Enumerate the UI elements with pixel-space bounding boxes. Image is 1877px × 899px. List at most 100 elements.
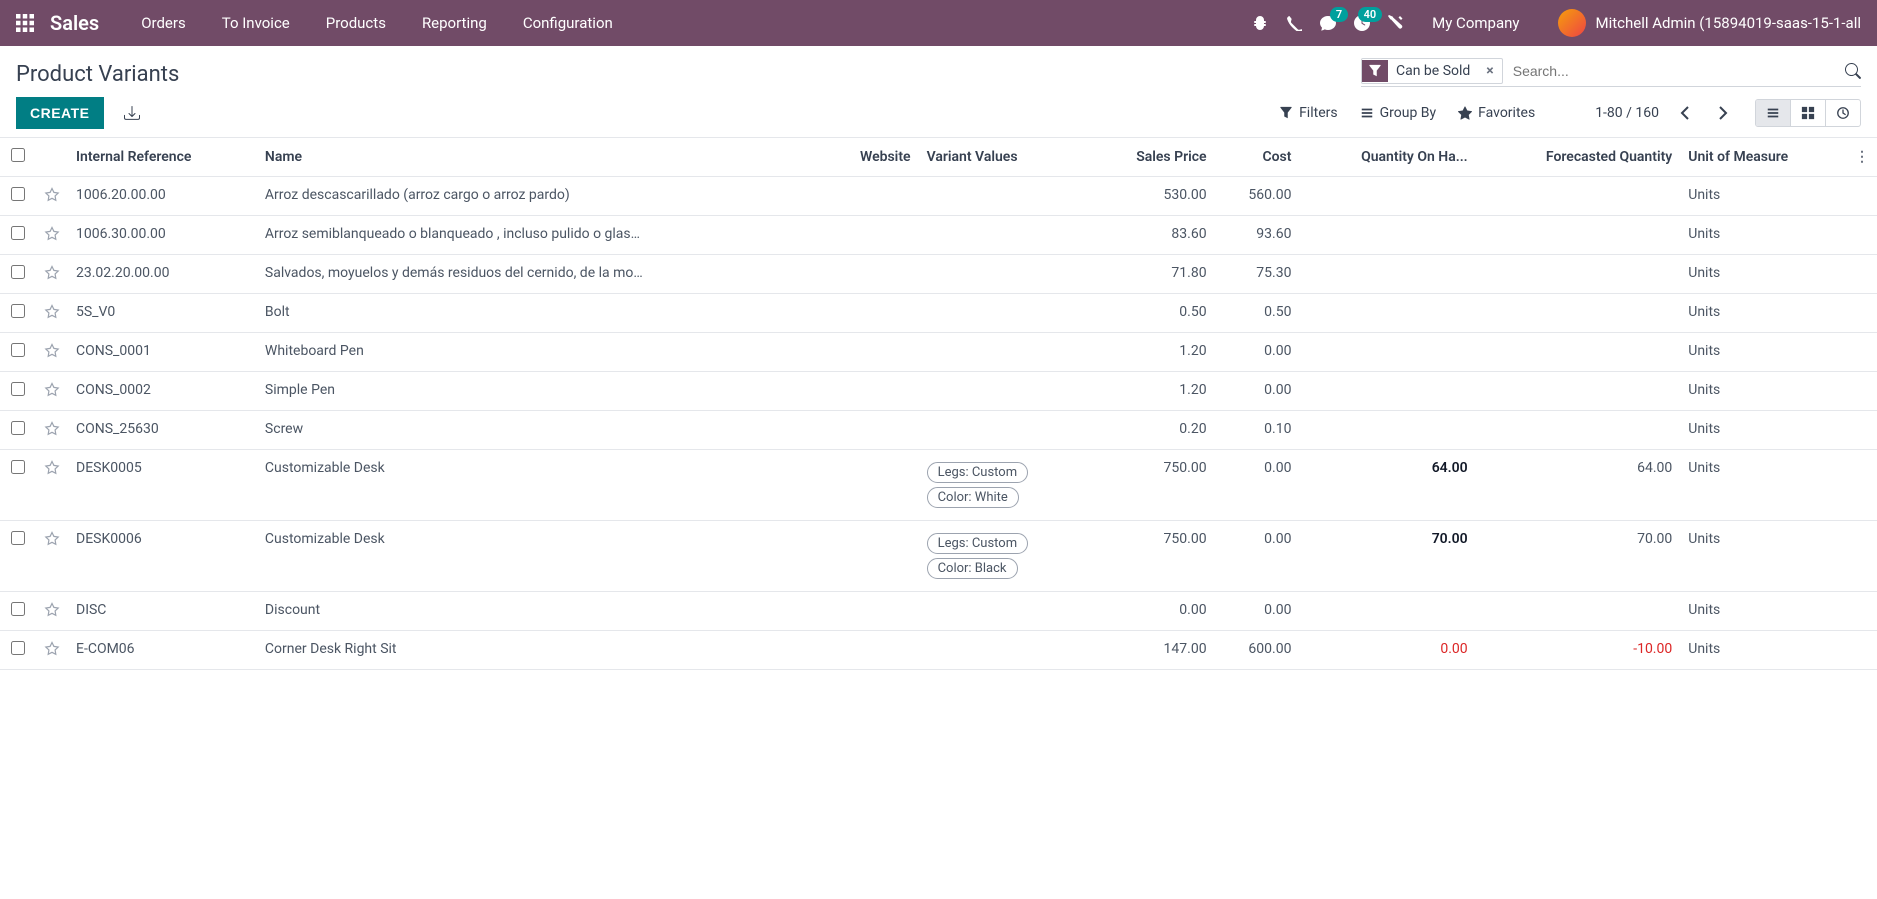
cell-cost: 0.00 [1215, 592, 1300, 631]
col-website[interactable]: Website [823, 138, 919, 177]
company-selector[interactable]: My Company [1432, 14, 1519, 32]
activities-icon[interactable]: 40 [1354, 15, 1370, 31]
col-sales-price[interactable]: Sales Price [1090, 138, 1214, 177]
table-row[interactable]: DESK0006Customizable DeskLegs: CustomCol… [0, 521, 1877, 592]
row-checkbox[interactable] [11, 421, 25, 435]
star-icon[interactable] [36, 294, 68, 333]
star-icon[interactable] [36, 411, 68, 450]
filter-icon [1362, 60, 1388, 82]
table-row[interactable]: CONS_0002Simple Pen1.200.00Units [0, 372, 1877, 411]
col-name[interactable]: Name [257, 138, 823, 177]
nav-reporting[interactable]: Reporting [404, 0, 505, 46]
row-checkbox[interactable] [11, 382, 25, 396]
cell-forecast [1476, 592, 1681, 631]
variant-tag: Color: White [927, 487, 1019, 508]
table-row[interactable]: 1006.20.00.00Arroz descascarillado (arro… [0, 177, 1877, 216]
table-row[interactable]: 5S_V0Bolt0.500.50Units [0, 294, 1877, 333]
facet-label: Can be Sold [1388, 59, 1478, 83]
search-icon[interactable] [1845, 63, 1861, 79]
cell-forecast: 64.00 [1476, 450, 1681, 521]
col-internal-ref[interactable]: Internal Reference [68, 138, 257, 177]
star-icon[interactable] [36, 216, 68, 255]
cell-qty [1299, 255, 1475, 294]
cell-website [823, 631, 919, 670]
star-icon[interactable] [36, 521, 68, 592]
nav-orders[interactable]: Orders [123, 0, 204, 46]
view-list[interactable] [1756, 100, 1791, 126]
cell-forecast [1476, 255, 1681, 294]
col-qty-on-hand[interactable]: Quantity On Ha... [1299, 138, 1475, 177]
row-checkbox[interactable] [11, 304, 25, 318]
search-input[interactable] [1509, 59, 1837, 83]
row-checkbox[interactable] [11, 641, 25, 655]
messages-icon[interactable]: 7 [1320, 15, 1336, 31]
star-icon[interactable] [36, 450, 68, 521]
page-title: Product Variants [16, 58, 179, 87]
cell-name: Customizable Desk [257, 450, 823, 521]
tools-icon[interactable] [1388, 15, 1404, 31]
star-icon[interactable] [36, 255, 68, 294]
view-kanban[interactable] [1791, 100, 1826, 126]
row-checkbox[interactable] [11, 226, 25, 240]
table-row[interactable]: 23.02.20.00.00Salvados, moyuelos y demás… [0, 255, 1877, 294]
table-row[interactable]: E-COM06Corner Desk Right Sit147.00600.00… [0, 631, 1877, 670]
cell-uom: Units [1680, 592, 1847, 631]
pager-prev[interactable] [1673, 101, 1697, 125]
col-forecasted[interactable]: Forecasted Quantity [1476, 138, 1681, 177]
select-all-checkbox[interactable] [11, 148, 25, 162]
nav-configuration[interactable]: Configuration [505, 0, 631, 46]
star-icon[interactable] [36, 631, 68, 670]
filters-dropdown[interactable]: Filters [1279, 105, 1338, 121]
row-checkbox[interactable] [11, 265, 25, 279]
cell-uom: Units [1680, 177, 1847, 216]
col-variant-values[interactable]: Variant Values [919, 138, 1091, 177]
nav-products[interactable]: Products [308, 0, 404, 46]
groupby-dropdown[interactable]: Group By [1360, 105, 1437, 121]
cell-variants [919, 294, 1091, 333]
row-checkbox[interactable] [11, 460, 25, 474]
cell-ref: 1006.20.00.00 [68, 177, 257, 216]
messages-badge: 7 [1330, 7, 1348, 22]
row-checkbox[interactable] [11, 602, 25, 616]
cell-website [823, 333, 919, 372]
navbar: Sales Orders To Invoice Products Reporti… [0, 0, 1877, 46]
cell-forecast [1476, 411, 1681, 450]
row-checkbox[interactable] [11, 187, 25, 201]
table-row[interactable]: CONS_0001Whiteboard Pen1.200.00Units [0, 333, 1877, 372]
col-uom[interactable]: Unit of Measure [1680, 138, 1847, 177]
cell-variants [919, 411, 1091, 450]
search-bar[interactable]: Can be Sold × [1361, 58, 1861, 87]
row-checkbox[interactable] [11, 343, 25, 357]
cell-qty: 0.00 [1299, 631, 1475, 670]
pager-next[interactable] [1711, 101, 1735, 125]
cell-price: 0.20 [1090, 411, 1214, 450]
cell-uom: Units [1680, 294, 1847, 333]
phone-icon[interactable] [1286, 15, 1302, 31]
table-row[interactable]: 1006.30.00.00Arroz semiblanqueado o blan… [0, 216, 1877, 255]
star-icon[interactable] [36, 372, 68, 411]
favorites-dropdown[interactable]: Favorites [1458, 105, 1535, 121]
cell-qty [1299, 592, 1475, 631]
table-row[interactable]: CONS_25630Screw0.200.10Units [0, 411, 1877, 450]
table-row[interactable]: DISCDiscount0.000.00Units [0, 592, 1877, 631]
cell-website [823, 372, 919, 411]
col-optional[interactable]: ⋮ [1847, 138, 1877, 177]
nav-to-invoice[interactable]: To Invoice [204, 0, 308, 46]
cell-ref: CONS_25630 [68, 411, 257, 450]
star-icon[interactable] [36, 592, 68, 631]
col-cost[interactable]: Cost [1215, 138, 1300, 177]
download-button[interactable] [118, 99, 146, 127]
view-activity[interactable] [1826, 100, 1860, 126]
star-icon[interactable] [36, 333, 68, 372]
brand-title[interactable]: Sales [50, 11, 99, 35]
user-menu[interactable]: Mitchell Admin (15894019-saas-15-1-all [1558, 9, 1862, 37]
table-row[interactable]: DESK0005Customizable DeskLegs: CustomCol… [0, 450, 1877, 521]
pager-text[interactable]: 1-80 / 160 [1595, 105, 1659, 121]
star-icon[interactable] [36, 177, 68, 216]
row-checkbox[interactable] [11, 531, 25, 545]
apps-icon[interactable] [16, 14, 34, 32]
facet-remove[interactable]: × [1478, 59, 1501, 83]
create-button[interactable]: CREATE [16, 97, 104, 129]
cell-qty [1299, 411, 1475, 450]
debug-icon[interactable] [1252, 15, 1268, 31]
